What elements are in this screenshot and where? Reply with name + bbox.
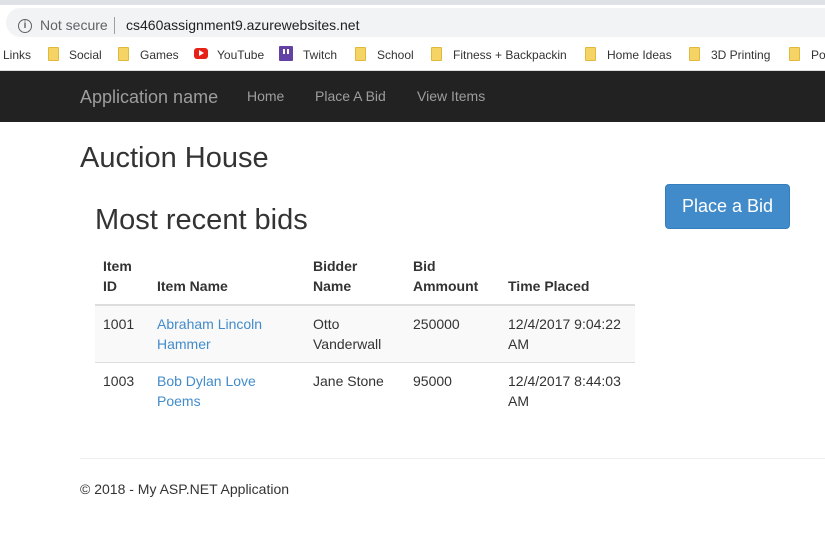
cell-item-id: 1001 xyxy=(95,304,149,363)
bookmark-youtube[interactable]: YouTube xyxy=(217,47,264,63)
column-header-time-placed: Time Placed xyxy=(500,252,635,306)
time-line: 12/4/2017 8:44:03 xyxy=(508,373,621,389)
bookmark-po[interactable]: Po xyxy=(811,47,825,63)
navbar: Application name Home Place A Bid View I… xyxy=(0,71,825,122)
table-row: 1003 Bob Dylan Love Poems Jane Stone 950… xyxy=(95,362,635,419)
folder-icon xyxy=(355,47,366,61)
cell-amount: 95000 xyxy=(405,362,500,419)
column-header-bidder-name: Bidder Name xyxy=(305,252,405,306)
header-line: Name xyxy=(313,278,352,294)
cell-time: 12/4/2017 9:04:22 AM xyxy=(500,304,635,363)
cell-amount: 250000 xyxy=(405,304,500,363)
cell-time: 12/4/2017 8:44:03 AM xyxy=(500,362,635,419)
header-line: Time Placed xyxy=(508,278,590,294)
folder-icon xyxy=(689,47,700,61)
time-line: 12/4/2017 9:04:22 xyxy=(508,316,621,332)
brand-link[interactable]: Application name xyxy=(80,87,218,108)
url-text[interactable]: cs460assignment9.azurewebsites.net xyxy=(126,17,359,33)
table-header-row: Item ID Item Name Bidder Name Bid Ammoun… xyxy=(95,252,635,306)
header-line: Item Name xyxy=(157,278,228,294)
nav-view-items[interactable]: View Items xyxy=(417,88,485,104)
item-name-line[interactable]: Abraham Lincoln xyxy=(157,316,262,332)
place-bid-button[interactable]: Place a Bid xyxy=(665,184,790,229)
footer-divider xyxy=(80,458,825,459)
folder-icon xyxy=(431,47,442,61)
cell-bidder: Jane Stone xyxy=(305,362,405,419)
section-title: Most recent bids xyxy=(95,204,308,236)
item-name-line[interactable]: Poems xyxy=(157,393,201,409)
cell-item-id: 1003 xyxy=(95,362,149,419)
table-row: 1001 Abraham Lincoln Hammer Otto Vanderw… xyxy=(95,304,635,363)
column-header-bid-amount: Bid Ammount xyxy=(405,252,500,306)
bidder-line: Otto xyxy=(313,316,340,332)
bookmark-home-ideas[interactable]: Home Ideas xyxy=(607,47,672,63)
folder-icon xyxy=(48,47,59,61)
footer-text: © 2018 - My ASP.NET Application xyxy=(80,481,290,497)
bidder-line: Vanderwall xyxy=(313,336,382,352)
cell-bidder: Otto Vanderwall xyxy=(305,304,405,363)
bookmark-games[interactable]: Games xyxy=(140,47,179,63)
bookmark-school[interactable]: School xyxy=(377,47,414,63)
bookmark-links[interactable]: Links xyxy=(3,47,31,63)
twitch-icon xyxy=(279,46,293,61)
item-name-line[interactable]: Bob Dylan Love xyxy=(157,373,256,389)
item-name-line[interactable]: Hammer xyxy=(157,336,211,352)
header-line: Bidder xyxy=(313,258,358,274)
bids-table: Item ID Item Name Bidder Name Bid Ammoun… xyxy=(95,252,635,419)
folder-icon xyxy=(585,47,596,61)
youtube-icon xyxy=(194,48,208,59)
item-link[interactable]: Abraham Lincoln Hammer xyxy=(157,316,262,352)
page-title: Auction House xyxy=(80,142,269,174)
folder-icon xyxy=(789,47,800,61)
folder-icon xyxy=(118,47,129,61)
nav-home[interactable]: Home xyxy=(247,88,284,104)
column-header-item-id: Item ID xyxy=(95,252,149,306)
address-separator xyxy=(114,17,115,34)
header-line: Bid xyxy=(413,258,436,274)
cell-item-name: Abraham Lincoln Hammer xyxy=(149,304,305,363)
header-line: Item xyxy=(103,258,132,274)
bidder-line: Jane Stone xyxy=(313,373,384,389)
time-line: AM xyxy=(508,393,529,409)
header-line: Ammount xyxy=(413,278,479,294)
cell-item-name: Bob Dylan Love Poems xyxy=(149,362,305,419)
browser-address-bar: i Not secure cs460assignment9.azurewebsi… xyxy=(0,0,825,40)
info-icon[interactable]: i xyxy=(18,19,32,33)
time-line: AM xyxy=(508,336,529,352)
header-line: ID xyxy=(103,278,117,294)
item-link[interactable]: Bob Dylan Love Poems xyxy=(157,373,256,409)
bookmark-3d-printing[interactable]: 3D Printing xyxy=(711,47,770,63)
security-label[interactable]: Not secure xyxy=(40,17,108,33)
bookmark-twitch[interactable]: Twitch xyxy=(303,47,337,63)
bookmarks-bar: Links Social Games YouTube Twitch School… xyxy=(0,40,825,71)
bookmark-social[interactable]: Social xyxy=(69,47,102,63)
nav-place-a-bid[interactable]: Place A Bid xyxy=(315,88,386,104)
column-header-item-name: Item Name xyxy=(149,252,305,306)
bookmark-fitness[interactable]: Fitness + Backpacking xyxy=(453,47,566,63)
